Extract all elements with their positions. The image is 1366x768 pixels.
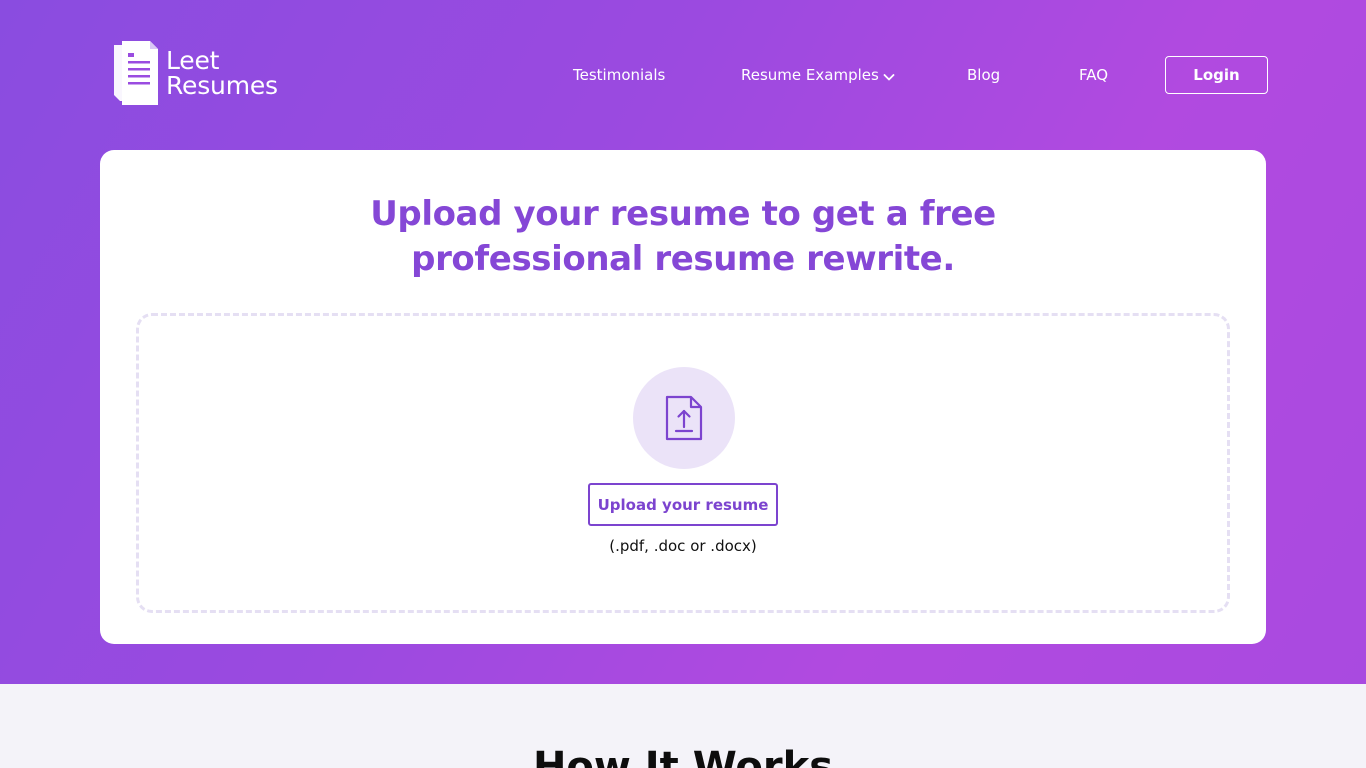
- nav-link-resume-examples-label: Resume Examples: [741, 66, 879, 84]
- file-upload-icon: [665, 395, 703, 441]
- nav-link-blog[interactable]: Blog: [967, 66, 1000, 84]
- brand-logo[interactable]: Leet Resumes: [110, 41, 278, 105]
- login-button[interactable]: Login: [1165, 56, 1268, 94]
- upload-icon-badge[interactable]: [633, 367, 735, 469]
- upload-card: Upload your resume to get a free profess…: [100, 150, 1266, 644]
- brand-name-line2: Resumes: [166, 71, 278, 100]
- main-nav: Testimonials Resume Examples Blog FAQ Lo…: [573, 56, 1268, 94]
- chevron-down-icon: [883, 69, 895, 81]
- resume-dropzone[interactable]: Upload your resume (.pdf, .doc or .docx): [136, 313, 1230, 613]
- brand-name-line1: Leet: [166, 46, 220, 75]
- headline-line2: professional resume rewrite.: [411, 239, 955, 279]
- headline-line1: Upload your resume to get a free: [370, 194, 996, 234]
- nav-link-faq[interactable]: FAQ: [1079, 66, 1108, 84]
- brand-name: Leet Resumes: [166, 48, 278, 98]
- nav-link-testimonials[interactable]: Testimonials: [573, 66, 665, 84]
- nav-link-resume-examples[interactable]: Resume Examples: [741, 66, 895, 84]
- document-icon: [110, 41, 160, 105]
- upload-resume-button[interactable]: Upload your resume: [588, 483, 778, 526]
- page-title: Upload your resume to get a free profess…: [100, 192, 1266, 282]
- file-types-hint: (.pdf, .doc or .docx): [609, 537, 757, 555]
- hero-section: Leet Resumes Testimonials Resume Example…: [0, 0, 1366, 684]
- how-it-works-title: How It Works: [532, 744, 834, 768]
